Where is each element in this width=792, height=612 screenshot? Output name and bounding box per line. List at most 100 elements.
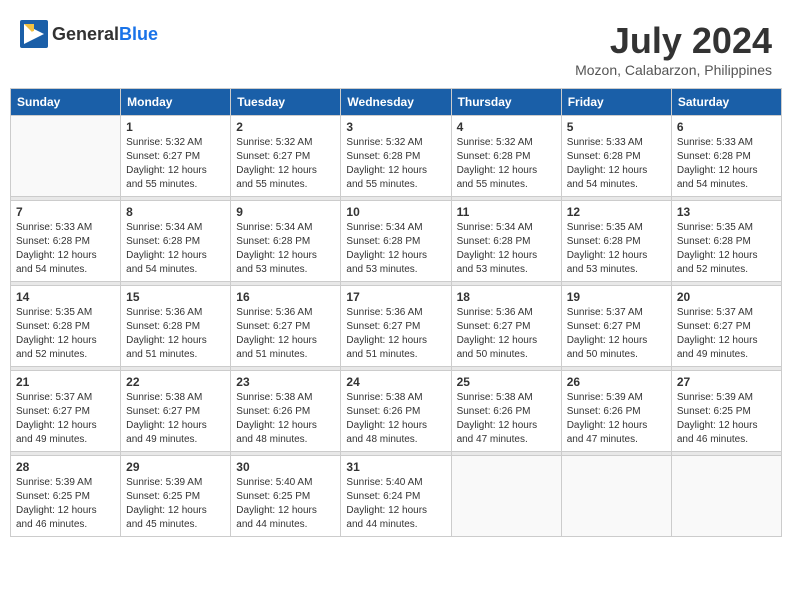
day-detail: Sunrise: 5:34 AMSunset: 6:28 PMDaylight:…	[346, 221, 445, 277]
day-detail: Sunrise: 5:38 AMSunset: 6:26 PMDaylight:…	[346, 391, 445, 447]
weekday-header-monday: Monday	[121, 89, 231, 116]
day-number: 16	[236, 290, 335, 304]
day-detail: Sunrise: 5:39 AMSunset: 6:26 PMDaylight:…	[567, 391, 666, 447]
day-number: 3	[346, 120, 445, 134]
day-number: 18	[457, 290, 556, 304]
day-number: 14	[16, 290, 115, 304]
day-cell: 7 Sunrise: 5:33 AMSunset: 6:28 PMDayligh…	[11, 201, 121, 282]
day-cell: 18 Sunrise: 5:36 AMSunset: 6:27 PMDaylig…	[451, 286, 561, 367]
weekday-header-thursday: Thursday	[451, 89, 561, 116]
day-number: 12	[567, 205, 666, 219]
day-detail: Sunrise: 5:34 AMSunset: 6:28 PMDaylight:…	[126, 221, 225, 277]
day-number: 8	[126, 205, 225, 219]
logo-general-text: General	[52, 24, 119, 45]
day-detail: Sunrise: 5:35 AMSunset: 6:28 PMDaylight:…	[16, 306, 115, 362]
day-number: 13	[677, 205, 776, 219]
weekday-header-row: SundayMondayTuesdayWednesdayThursdayFrid…	[11, 89, 782, 116]
day-detail: Sunrise: 5:37 AMSunset: 6:27 PMDaylight:…	[567, 306, 666, 362]
week-row-1: 1 Sunrise: 5:32 AMSunset: 6:27 PMDayligh…	[11, 116, 782, 197]
day-number: 20	[677, 290, 776, 304]
day-detail: Sunrise: 5:38 AMSunset: 6:26 PMDaylight:…	[236, 391, 335, 447]
day-detail: Sunrise: 5:36 AMSunset: 6:28 PMDaylight:…	[126, 306, 225, 362]
day-cell: 24 Sunrise: 5:38 AMSunset: 6:26 PMDaylig…	[341, 371, 451, 452]
day-detail: Sunrise: 5:32 AMSunset: 6:28 PMDaylight:…	[346, 136, 445, 192]
logo: GeneralBlue	[20, 20, 158, 48]
day-cell	[561, 456, 671, 537]
day-cell: 27 Sunrise: 5:39 AMSunset: 6:25 PMDaylig…	[671, 371, 781, 452]
week-row-3: 14 Sunrise: 5:35 AMSunset: 6:28 PMDaylig…	[11, 286, 782, 367]
day-cell: 26 Sunrise: 5:39 AMSunset: 6:26 PMDaylig…	[561, 371, 671, 452]
weekday-header-tuesday: Tuesday	[231, 89, 341, 116]
day-number: 2	[236, 120, 335, 134]
day-cell: 12 Sunrise: 5:35 AMSunset: 6:28 PMDaylig…	[561, 201, 671, 282]
day-detail: Sunrise: 5:33 AMSunset: 6:28 PMDaylight:…	[567, 136, 666, 192]
day-cell: 16 Sunrise: 5:36 AMSunset: 6:27 PMDaylig…	[231, 286, 341, 367]
day-number: 24	[346, 375, 445, 389]
day-cell: 11 Sunrise: 5:34 AMSunset: 6:28 PMDaylig…	[451, 201, 561, 282]
day-cell: 17 Sunrise: 5:36 AMSunset: 6:27 PMDaylig…	[341, 286, 451, 367]
day-cell: 31 Sunrise: 5:40 AMSunset: 6:24 PMDaylig…	[341, 456, 451, 537]
day-detail: Sunrise: 5:32 AMSunset: 6:27 PMDaylight:…	[126, 136, 225, 192]
logo-blue-text: Blue	[119, 24, 158, 45]
day-number: 6	[677, 120, 776, 134]
day-cell	[671, 456, 781, 537]
day-cell: 25 Sunrise: 5:38 AMSunset: 6:26 PMDaylig…	[451, 371, 561, 452]
day-cell: 22 Sunrise: 5:38 AMSunset: 6:27 PMDaylig…	[121, 371, 231, 452]
week-row-2: 7 Sunrise: 5:33 AMSunset: 6:28 PMDayligh…	[11, 201, 782, 282]
day-number: 30	[236, 460, 335, 474]
day-detail: Sunrise: 5:35 AMSunset: 6:28 PMDaylight:…	[677, 221, 776, 277]
weekday-header-sunday: Sunday	[11, 89, 121, 116]
day-number: 25	[457, 375, 556, 389]
day-detail: Sunrise: 5:40 AMSunset: 6:25 PMDaylight:…	[236, 476, 335, 532]
day-detail: Sunrise: 5:37 AMSunset: 6:27 PMDaylight:…	[677, 306, 776, 362]
day-cell: 6 Sunrise: 5:33 AMSunset: 6:28 PMDayligh…	[671, 116, 781, 197]
day-cell: 8 Sunrise: 5:34 AMSunset: 6:28 PMDayligh…	[121, 201, 231, 282]
day-cell: 5 Sunrise: 5:33 AMSunset: 6:28 PMDayligh…	[561, 116, 671, 197]
day-cell: 1 Sunrise: 5:32 AMSunset: 6:27 PMDayligh…	[121, 116, 231, 197]
day-cell: 4 Sunrise: 5:32 AMSunset: 6:28 PMDayligh…	[451, 116, 561, 197]
day-number: 21	[16, 375, 115, 389]
day-cell: 10 Sunrise: 5:34 AMSunset: 6:28 PMDaylig…	[341, 201, 451, 282]
title-area: July 2024 Mozon, Calabarzon, Philippines	[575, 20, 772, 78]
day-cell: 30 Sunrise: 5:40 AMSunset: 6:25 PMDaylig…	[231, 456, 341, 537]
day-number: 11	[457, 205, 556, 219]
day-detail: Sunrise: 5:33 AMSunset: 6:28 PMDaylight:…	[677, 136, 776, 192]
day-cell	[451, 456, 561, 537]
day-detail: Sunrise: 5:37 AMSunset: 6:27 PMDaylight:…	[16, 391, 115, 447]
day-detail: Sunrise: 5:39 AMSunset: 6:25 PMDaylight:…	[677, 391, 776, 447]
day-number: 27	[677, 375, 776, 389]
day-number: 28	[16, 460, 115, 474]
weekday-header-wednesday: Wednesday	[341, 89, 451, 116]
day-number: 23	[236, 375, 335, 389]
day-detail: Sunrise: 5:32 AMSunset: 6:27 PMDaylight:…	[236, 136, 335, 192]
week-row-5: 28 Sunrise: 5:39 AMSunset: 6:25 PMDaylig…	[11, 456, 782, 537]
day-cell	[11, 116, 121, 197]
day-detail: Sunrise: 5:36 AMSunset: 6:27 PMDaylight:…	[346, 306, 445, 362]
logo-icon	[20, 20, 48, 48]
location-title: Mozon, Calabarzon, Philippines	[575, 62, 772, 78]
day-number: 5	[567, 120, 666, 134]
header: GeneralBlue July 2024 Mozon, Calabarzon,…	[10, 10, 782, 83]
day-cell: 20 Sunrise: 5:37 AMSunset: 6:27 PMDaylig…	[671, 286, 781, 367]
day-number: 1	[126, 120, 225, 134]
calendar-table: SundayMondayTuesdayWednesdayThursdayFrid…	[10, 88, 782, 537]
day-detail: Sunrise: 5:34 AMSunset: 6:28 PMDaylight:…	[236, 221, 335, 277]
day-number: 22	[126, 375, 225, 389]
day-cell: 23 Sunrise: 5:38 AMSunset: 6:26 PMDaylig…	[231, 371, 341, 452]
day-cell: 13 Sunrise: 5:35 AMSunset: 6:28 PMDaylig…	[671, 201, 781, 282]
day-cell: 2 Sunrise: 5:32 AMSunset: 6:27 PMDayligh…	[231, 116, 341, 197]
day-number: 29	[126, 460, 225, 474]
day-detail: Sunrise: 5:39 AMSunset: 6:25 PMDaylight:…	[126, 476, 225, 532]
day-detail: Sunrise: 5:38 AMSunset: 6:27 PMDaylight:…	[126, 391, 225, 447]
day-number: 4	[457, 120, 556, 134]
day-number: 19	[567, 290, 666, 304]
day-cell: 15 Sunrise: 5:36 AMSunset: 6:28 PMDaylig…	[121, 286, 231, 367]
day-cell: 19 Sunrise: 5:37 AMSunset: 6:27 PMDaylig…	[561, 286, 671, 367]
day-cell: 14 Sunrise: 5:35 AMSunset: 6:28 PMDaylig…	[11, 286, 121, 367]
day-cell: 3 Sunrise: 5:32 AMSunset: 6:28 PMDayligh…	[341, 116, 451, 197]
day-number: 7	[16, 205, 115, 219]
day-cell: 29 Sunrise: 5:39 AMSunset: 6:25 PMDaylig…	[121, 456, 231, 537]
day-detail: Sunrise: 5:36 AMSunset: 6:27 PMDaylight:…	[236, 306, 335, 362]
day-cell: 9 Sunrise: 5:34 AMSunset: 6:28 PMDayligh…	[231, 201, 341, 282]
day-number: 15	[126, 290, 225, 304]
